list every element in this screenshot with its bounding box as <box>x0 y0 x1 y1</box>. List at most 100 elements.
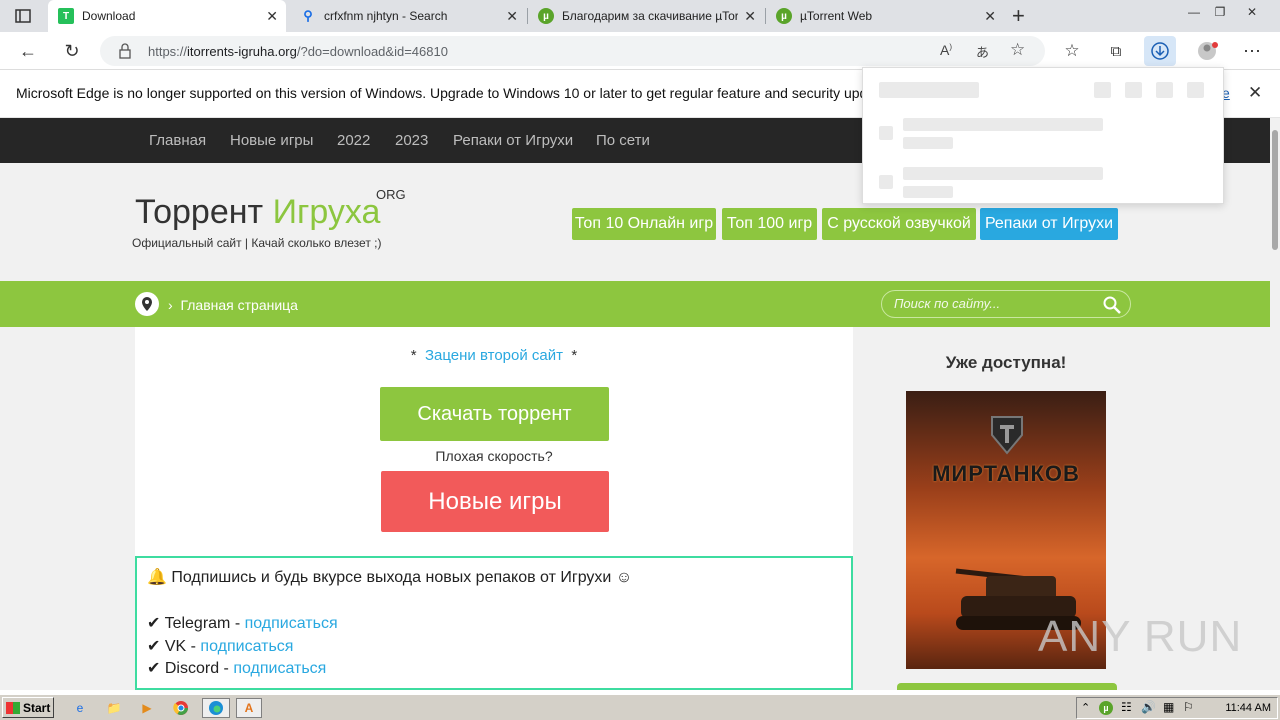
scrollbar-thumb[interactable] <box>1272 130 1278 250</box>
repacks-button[interactable]: Репаки от Игрухи <box>980 208 1118 240</box>
check-icon: ✔ <box>147 638 161 655</box>
nav-online[interactable]: По сети <box>596 132 650 149</box>
address-bar[interactable]: https://itorrents-igruha.org/?do=downloa… <box>100 36 1045 66</box>
collections-icon[interactable]: ⧉ <box>1104 39 1128 63</box>
site-logo[interactable]: Торрент Игруха <box>135 193 380 232</box>
breadcrumb[interactable]: › Главная страница <box>168 297 298 313</box>
search-downloads-icon[interactable] <box>1125 82 1142 98</box>
new-games-button[interactable]: Новые игры <box>381 471 609 532</box>
windows-taskbar: Start e 📁 ▶ A ⌃ µ ☷ 🔊 ▦ ⚐ 11:44 AM <box>0 694 1280 720</box>
sidebar-green-block <box>897 683 1117 690</box>
search-icon: ⚲ <box>303 8 313 23</box>
shield-icon <box>990 415 1024 460</box>
page-scrollbar[interactable] <box>1270 118 1280 690</box>
url-text[interactable]: https://itorrents-igruha.org/?do=downloa… <box>148 44 448 59</box>
display-icon[interactable]: ▦ <box>1163 700 1174 714</box>
close-tab-icon[interactable]: ✕ <box>266 8 278 25</box>
nav-new-games[interactable]: Новые игры <box>230 132 313 149</box>
app-icon[interactable]: A <box>236 698 262 718</box>
second-site-link[interactable]: Зацени второй сайт <box>425 347 563 364</box>
subscribe-vk: ✔ VK - подписаться <box>147 638 294 655</box>
more-menu-icon[interactable]: ⋯ <box>1240 39 1264 63</box>
downloads-flyout <box>862 67 1224 204</box>
volume-icon[interactable]: 🔊 <box>1141 700 1156 714</box>
logo-org-label: ORG <box>376 187 406 202</box>
tab-search[interactable]: ⚲ crfxfnm njhtyn - Search ✕ <box>290 0 526 32</box>
russian-voice-button[interactable]: С русской озвучкой <box>822 208 976 240</box>
toolbar: ← ↻ https://itorrents-igruha.org/?do=dow… <box>0 32 1280 70</box>
system-tray: ⌃ µ ☷ 🔊 ▦ ⚐ 11:44 AM <box>1076 697 1278 719</box>
lock-icon[interactable] <box>118 43 132 64</box>
search-input[interactable] <box>894 296 1094 311</box>
tab-utorrent-web[interactable]: µ µTorrent Web ✕ <box>766 0 1004 32</box>
downloads-icon[interactable] <box>1144 36 1176 66</box>
chrome-icon[interactable] <box>171 698 191 718</box>
edge-icon[interactable] <box>202 698 230 718</box>
vk-subscribe-link[interactable]: подписаться <box>200 638 293 655</box>
nav-2022[interactable]: 2022 <box>337 132 370 149</box>
tray-expand-icon[interactable]: ⌃ <box>1081 701 1090 714</box>
minimize-button[interactable]: — <box>1182 0 1206 24</box>
add-favorite-icon[interactable]: ☆ <box>1010 40 1025 60</box>
translate-icon[interactable]: あ <box>976 42 989 61</box>
main-content: * Зацени второй сайт * Скачать торрент П… <box>135 327 853 690</box>
location-pin-icon <box>135 292 159 316</box>
nav-repacks[interactable]: Репаки от Игрухи <box>453 132 573 149</box>
restore-button[interactable]: ❐ <box>1208 0 1232 24</box>
site-search[interactable] <box>881 290 1131 318</box>
download-torrent-button[interactable]: Скачать торрент <box>380 387 609 441</box>
torrent-igruha-icon: T <box>58 8 74 24</box>
ie-icon[interactable]: e <box>70 698 90 718</box>
start-button[interactable]: Start <box>2 697 54 718</box>
read-aloud-icon[interactable]: A) <box>940 42 952 58</box>
subscribe-telegram: ✔ Telegram - подписаться <box>147 615 338 632</box>
close-tab-icon[interactable]: ✕ <box>744 8 756 25</box>
subscribe-title: 🔔 Подпишись и будь вкурсе выхода новых р… <box>147 569 633 586</box>
tab-download[interactable]: T Download ✕ <box>48 0 286 32</box>
utorrent-tray-icon[interactable]: µ <box>1099 701 1113 715</box>
nav-2023[interactable]: 2023 <box>395 132 428 149</box>
flag-icon[interactable]: ⚐ <box>1183 700 1194 714</box>
telegram-subscribe-link[interactable]: подписаться <box>245 615 338 632</box>
check-icon: ✔ <box>147 615 161 632</box>
top100-button[interactable]: Топ 100 игр <box>722 208 817 240</box>
top10-online-button[interactable]: Топ 10 Онлайн игр <box>572 208 716 240</box>
check-icon: ✔ <box>147 660 161 677</box>
close-tab-icon[interactable]: ✕ <box>506 8 518 25</box>
tab-actions-icon[interactable] <box>14 7 32 25</box>
poster-logo: МИРТАНКОВ <box>932 461 1080 486</box>
second-site-promo: * Зацени второй сайт * <box>410 347 578 364</box>
utorrent-icon: µ <box>776 8 792 24</box>
tab-strip: T Download ✕ ⚲ crfxfnm njhtyn - Search ✕… <box>0 0 1280 32</box>
favorites-icon[interactable]: ☆ <box>1060 39 1084 63</box>
discord-subscribe-link[interactable]: подписаться <box>233 660 326 677</box>
bell-icon: 🔔 <box>147 569 167 586</box>
refresh-icon[interactable]: ↻ <box>60 39 84 63</box>
subscribe-discord: ✔ Discord - подписаться <box>147 660 327 677</box>
subscribe-box: 🔔 Подпишись и будь вкурсе выхода новых р… <box>135 556 853 690</box>
close-window-button[interactable]: ✕ <box>1240 0 1264 24</box>
profile-avatar[interactable] <box>1196 39 1220 63</box>
site-tagline: Официальный сайт | Качай сколько влезет … <box>132 236 382 250</box>
infobar-message: Microsoft Edge is no longer supported on… <box>16 85 894 101</box>
close-tab-icon[interactable]: ✕ <box>984 8 996 25</box>
nav-home[interactable]: Главная <box>149 132 206 149</box>
smile-icon: ☺ <box>615 569 633 586</box>
tab-utorrent-thanks[interactable]: µ Благодарим за скачивание µTorrent ✕ <box>528 0 764 32</box>
clock[interactable]: 11:44 AM <box>1225 702 1271 714</box>
media-player-icon[interactable]: ▶ <box>137 698 157 718</box>
more-options-icon[interactable] <box>1156 82 1173 98</box>
pin-icon[interactable] <box>1187 82 1204 98</box>
search-icon[interactable] <box>1102 295 1122 315</box>
new-tab-button[interactable]: + <box>1012 3 1025 29</box>
back-arrow-icon[interactable]: ← <box>16 39 40 63</box>
sidebar-title: Уже доступна! <box>945 353 1067 372</box>
open-folder-icon[interactable] <box>1094 82 1111 98</box>
folder-icon[interactable]: 📁 <box>104 698 124 718</box>
close-infobar-icon[interactable]: ✕ <box>1248 83 1262 103</box>
windows-logo-icon <box>6 701 20 714</box>
chevron-right-icon: › <box>168 297 173 313</box>
slow-speed-link[interactable]: Плохая скорость? <box>135 448 853 464</box>
network-icon[interactable]: ☷ <box>1121 700 1132 714</box>
utorrent-icon: µ <box>538 8 554 24</box>
